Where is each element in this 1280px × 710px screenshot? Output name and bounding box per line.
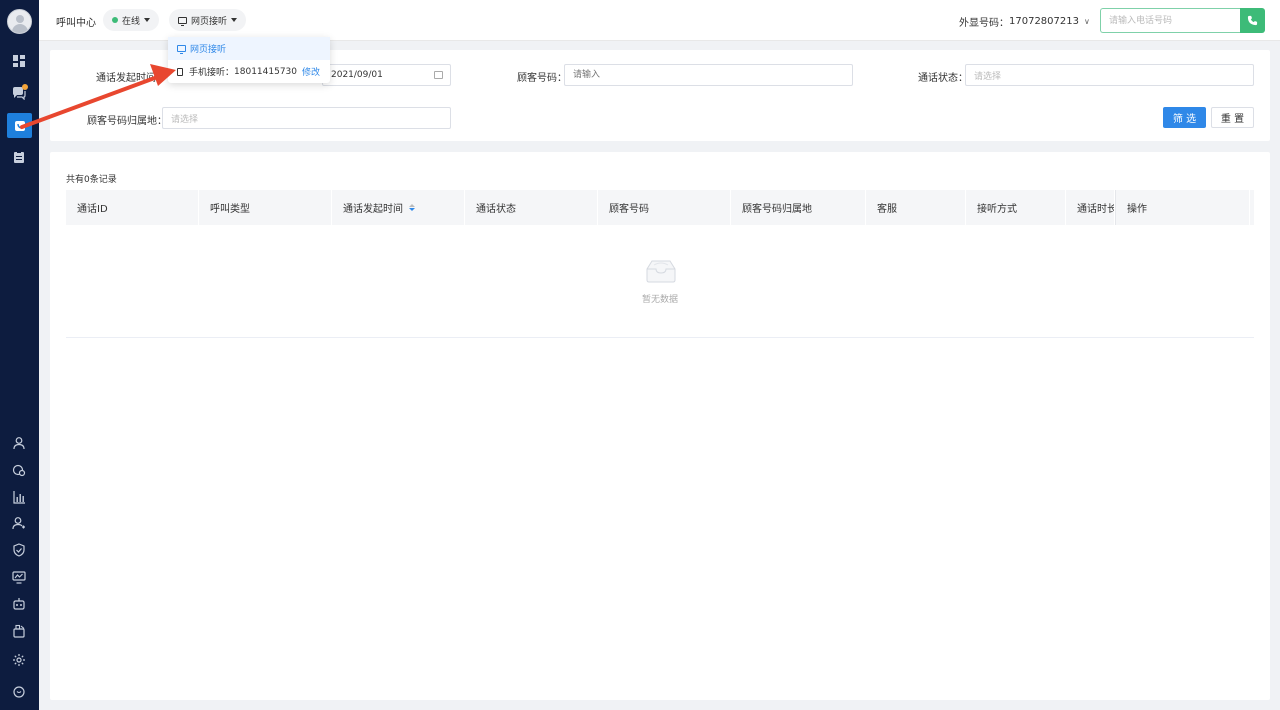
status-selector[interactable]: 在线 — [103, 9, 160, 31]
mobile-answer-option[interactable]: 手机接听： 18011415730 修改 — [168, 60, 330, 83]
table-header: 通话ID 呼叫类型 通话发起时间 通话状态 顾客号码 顾客号码归属地 客服 接听… — [66, 190, 1254, 225]
call-status-label: 通话状态： — [918, 73, 968, 84]
sidebar — [0, 0, 39, 710]
location-placeholder: 请选择 — [171, 114, 199, 125]
clipboard-icon[interactable] — [8, 146, 30, 168]
answer-mode-label: 网页接听 — [191, 16, 228, 27]
caret-down-icon — [231, 18, 238, 22]
monitor-icon — [178, 16, 187, 26]
gear-icon[interactable] — [8, 649, 30, 671]
column-header: 客服 — [866, 190, 966, 225]
customer-number-input[interactable] — [564, 64, 853, 86]
dashboard-icon[interactable] — [8, 50, 30, 72]
phone-icon — [1247, 15, 1258, 26]
filter-button[interactable]: 筛 选 — [1163, 107, 1206, 128]
web-answer-label: 网页接听 — [190, 45, 227, 55]
message-icon[interactable] — [8, 681, 30, 703]
chat-icon[interactable] — [8, 82, 30, 104]
calendar-icon — [434, 71, 443, 79]
online-dot-icon — [112, 17, 118, 23]
call-center-icon[interactable] — [7, 113, 32, 138]
call-time-picker[interactable]: 2021/09/01 — [322, 64, 451, 86]
call-time-value: 2021/09/01 — [331, 70, 383, 80]
table-divider — [66, 337, 1254, 338]
monitor-icon[interactable] — [8, 566, 30, 588]
answer-mode-selector[interactable]: 网页接听 — [169, 9, 247, 31]
call-status-select[interactable]: 请选择 — [965, 64, 1254, 86]
location-label: 顾客号码归属地： — [87, 116, 167, 127]
caret-down-icon — [144, 18, 151, 22]
user-icon[interactable] — [8, 432, 30, 454]
plugin-icon[interactable] — [8, 620, 30, 642]
shield-icon[interactable] — [8, 539, 30, 561]
sort-icon[interactable] — [409, 204, 415, 211]
avatar[interactable] — [7, 9, 32, 34]
location-select[interactable]: 请选择 — [162, 107, 451, 129]
notification-badge — [22, 84, 28, 90]
chart-icon[interactable] — [8, 486, 30, 508]
mobile-icon — [177, 67, 183, 76]
caller-id-selector[interactable]: 外显号码： 17072807213 ∨ — [959, 14, 1090, 29]
mobile-answer-number: 18011415730 — [234, 66, 298, 77]
caller-id-label: 外显号码： — [959, 18, 1009, 29]
call-status-placeholder: 请选择 — [974, 71, 1002, 82]
robot-icon[interactable] — [8, 593, 30, 615]
column-header: 顾客号码归属地 — [731, 190, 866, 225]
status-label: 在线 — [122, 16, 141, 27]
phone-number-input[interactable] — [1100, 8, 1241, 33]
app-title: 呼叫中心 — [56, 18, 96, 29]
column-header-call-time[interactable]: 通话发起时间 — [332, 190, 465, 225]
team-icon[interactable] — [8, 512, 30, 534]
records-panel: 共有0条记录 通话ID 呼叫类型 通话发起时间 通话状态 顾客号码 顾客号码归属… — [50, 152, 1270, 700]
chevron-down-icon: ∨ — [1084, 17, 1090, 26]
empty-box-icon — [646, 260, 676, 283]
column-header: 顾客号码 — [598, 190, 731, 225]
monitor-icon — [177, 45, 186, 54]
answer-mode-dropdown: 网页接听 手机接听： 18011415730 修改 — [168, 37, 330, 83]
record-count: 共有0条记录 — [66, 175, 117, 185]
column-header: 操作 — [1115, 190, 1250, 225]
web-answer-option[interactable]: 网页接听 — [168, 37, 330, 60]
column-header: 通话状态 — [465, 190, 598, 225]
column-header: 通话时长 — [1066, 190, 1115, 225]
column-header-label: 通话发起时间 — [343, 204, 403, 215]
top-bar: 呼叫中心 在线 网页接听 外显号码： 17072807213 ∨ — [39, 0, 1280, 41]
customer-number-label: 顾客号码： — [517, 73, 567, 84]
column-header: 呼叫类型 — [199, 190, 332, 225]
column-header: 接听方式 — [966, 190, 1066, 225]
caller-id-number: 17072807213 — [1009, 16, 1079, 27]
mobile-answer-label: 手机接听： — [189, 68, 235, 78]
customer-icon[interactable] — [8, 459, 30, 481]
empty-state-text: 暂无数据 — [642, 295, 679, 305]
call-time-label: 通话发起时间 — [96, 73, 156, 84]
call-button[interactable] — [1240, 8, 1265, 33]
reset-button[interactable]: 重 置 — [1211, 107, 1254, 128]
edit-mobile-link[interactable]: 修改 — [302, 65, 320, 78]
column-header: 通话ID — [66, 190, 199, 225]
